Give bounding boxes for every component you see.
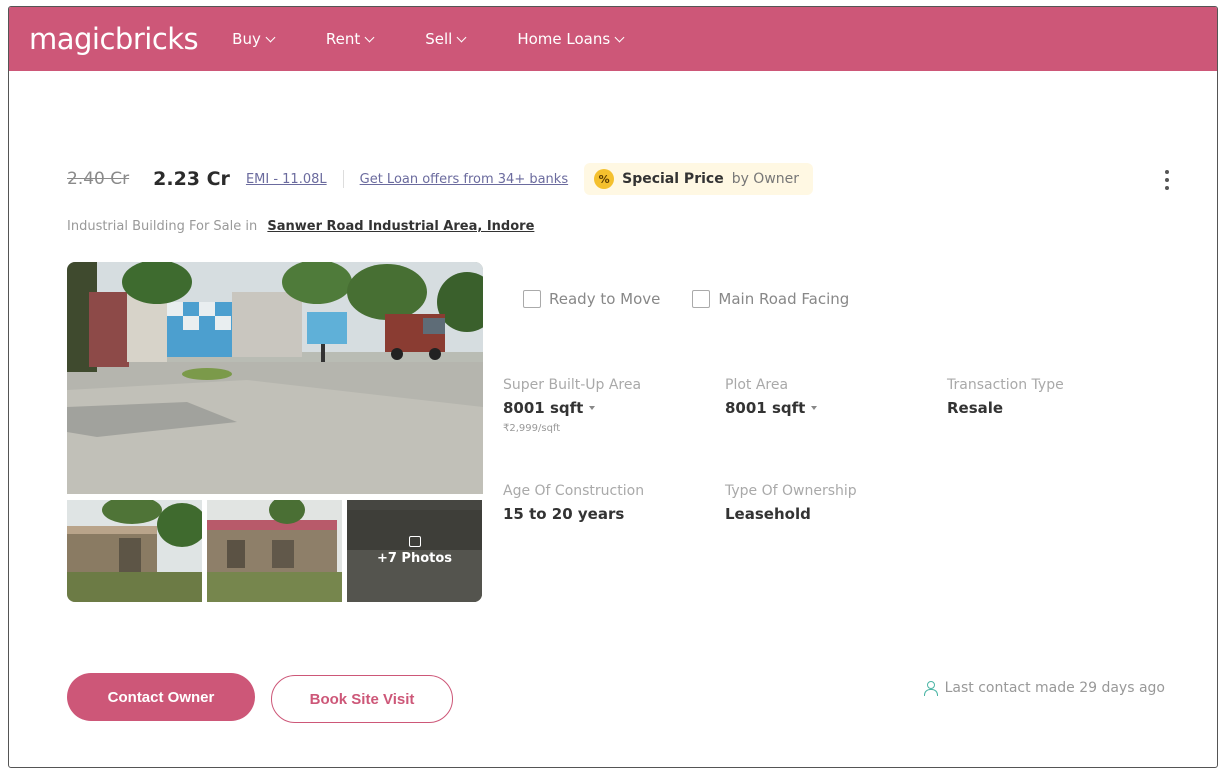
super-area-value: 8001 sqft — [503, 399, 584, 417]
spec-label: Transaction Type — [947, 377, 1064, 393]
image-icon — [408, 536, 421, 547]
spec-value[interactable]: 8001 sqft — [725, 399, 925, 417]
price-row: 2.40 Cr 2.23 Cr EMI - 11.08L Get Loan of… — [67, 163, 814, 195]
nav-buy[interactable]: Buy — [232, 30, 276, 48]
spec-value: Leasehold — [725, 505, 811, 523]
chevron-down-icon — [364, 32, 375, 42]
spec-label: Super Built-Up Area — [503, 377, 642, 393]
nav-home-loans-label: Home Loans — [517, 30, 611, 48]
site-logo[interactable]: magicbricks — [29, 22, 199, 56]
listing-frame: magicbricks Buy Rent Sell Home Loans 2.4… — [8, 6, 1218, 768]
plot-area-value: 8001 sqft — [725, 399, 806, 417]
spec-label: Type Of Ownership — [725, 483, 857, 499]
more-photos-thumbnail[interactable]: +7 Photos — [347, 500, 482, 602]
original-price: 2.40 Cr — [67, 169, 130, 189]
location-link[interactable]: Sanwer Road Industrial Area, Indore — [267, 219, 534, 234]
more-photos-label: +7 Photos — [376, 551, 453, 566]
current-price: 2.23 Cr — [153, 168, 230, 190]
person-icon — [923, 681, 938, 696]
thumbnail-row: +7 Photos — [67, 500, 483, 602]
spec-value[interactable]: 8001 sqft — [503, 399, 703, 417]
building-icon — [523, 290, 541, 308]
last-contact-text: Last contact made 29 days ago — [944, 680, 1165, 696]
top-navbar: magicbricks Buy Rent Sell Home Loans — [9, 7, 1217, 71]
kebab-dot — [1165, 186, 1169, 190]
thumbnail-photo[interactable] — [207, 500, 342, 602]
tag-main-road-facing: Main Road Facing — [692, 290, 849, 308]
chevron-down-icon — [265, 32, 276, 42]
thumbnail-photo[interactable] — [67, 500, 202, 602]
kebab-dot — [1165, 178, 1169, 182]
spec-label: Age Of Construction — [503, 483, 645, 499]
more-options-icon[interactable] — [1159, 167, 1175, 193]
nav-rent-label: Rent — [325, 30, 361, 48]
contact-owner-button[interactable]: Contact Owner — [67, 673, 255, 721]
kebab-dot — [1165, 170, 1169, 174]
property-type-text: Industrial Building For Sale in — [67, 219, 258, 234]
spec-transaction-type: Transaction Type Resale — [947, 377, 1147, 417]
main-property-photo[interactable] — [67, 262, 483, 494]
special-price-badge: % Special Price by Owner — [584, 163, 814, 195]
spec-label: Plot Area — [725, 377, 789, 393]
tag-label: Main Road Facing — [718, 290, 850, 308]
nav-sell[interactable]: Sell — [425, 30, 467, 48]
spec-age: Age Of Construction 15 to 20 years — [503, 483, 703, 523]
loan-offers-link[interactable]: Get Loan offers from 34+ banks — [360, 172, 568, 187]
chevron-down-icon — [614, 32, 625, 42]
dropdown-arrow-icon — [589, 406, 596, 410]
spec-value: Resale — [947, 399, 1004, 417]
more-photos-overlay: +7 Photos — [347, 500, 482, 602]
photo-gallery: +7 Photos — [67, 262, 483, 602]
road-icon — [692, 290, 711, 308]
listing-subtitle: Industrial Building For Sale in Sanwer R… — [67, 219, 534, 234]
percent-icon: % — [594, 169, 615, 189]
book-site-visit-button[interactable]: Book Site Visit — [271, 675, 453, 723]
nav-home-loans[interactable]: Home Loans — [517, 30, 625, 48]
last-contact-info: Last contact made 29 days ago — [923, 680, 1165, 696]
main-nav: Buy Rent Sell Home Loans — [232, 30, 675, 48]
emi-link[interactable]: EMI - 11.08L — [246, 172, 327, 187]
chevron-down-icon — [456, 32, 467, 42]
nav-rent[interactable]: Rent — [325, 30, 375, 48]
tag-ready-to-move: Ready to Move — [523, 290, 660, 308]
special-price-label: Special Price — [622, 171, 724, 187]
nav-buy-label: Buy — [232, 30, 261, 48]
spec-ownership: Type Of Ownership Leasehold — [725, 483, 925, 523]
spec-value: 15 to 20 years — [503, 505, 625, 523]
dropdown-arrow-icon — [811, 406, 818, 410]
price-per-sqft: ₹2,999/sqft — [503, 423, 561, 434]
nav-sell-label: Sell — [425, 30, 453, 48]
divider — [342, 170, 344, 188]
tag-label: Ready to Move — [549, 290, 661, 308]
special-price-by: by Owner — [731, 171, 800, 187]
property-tags: Ready to Move Main Road Facing — [523, 290, 849, 308]
spec-plot-area: Plot Area 8001 sqft — [725, 377, 925, 417]
spec-super-area: Super Built-Up Area 8001 sqft ₹2,999/sqf… — [503, 377, 703, 434]
